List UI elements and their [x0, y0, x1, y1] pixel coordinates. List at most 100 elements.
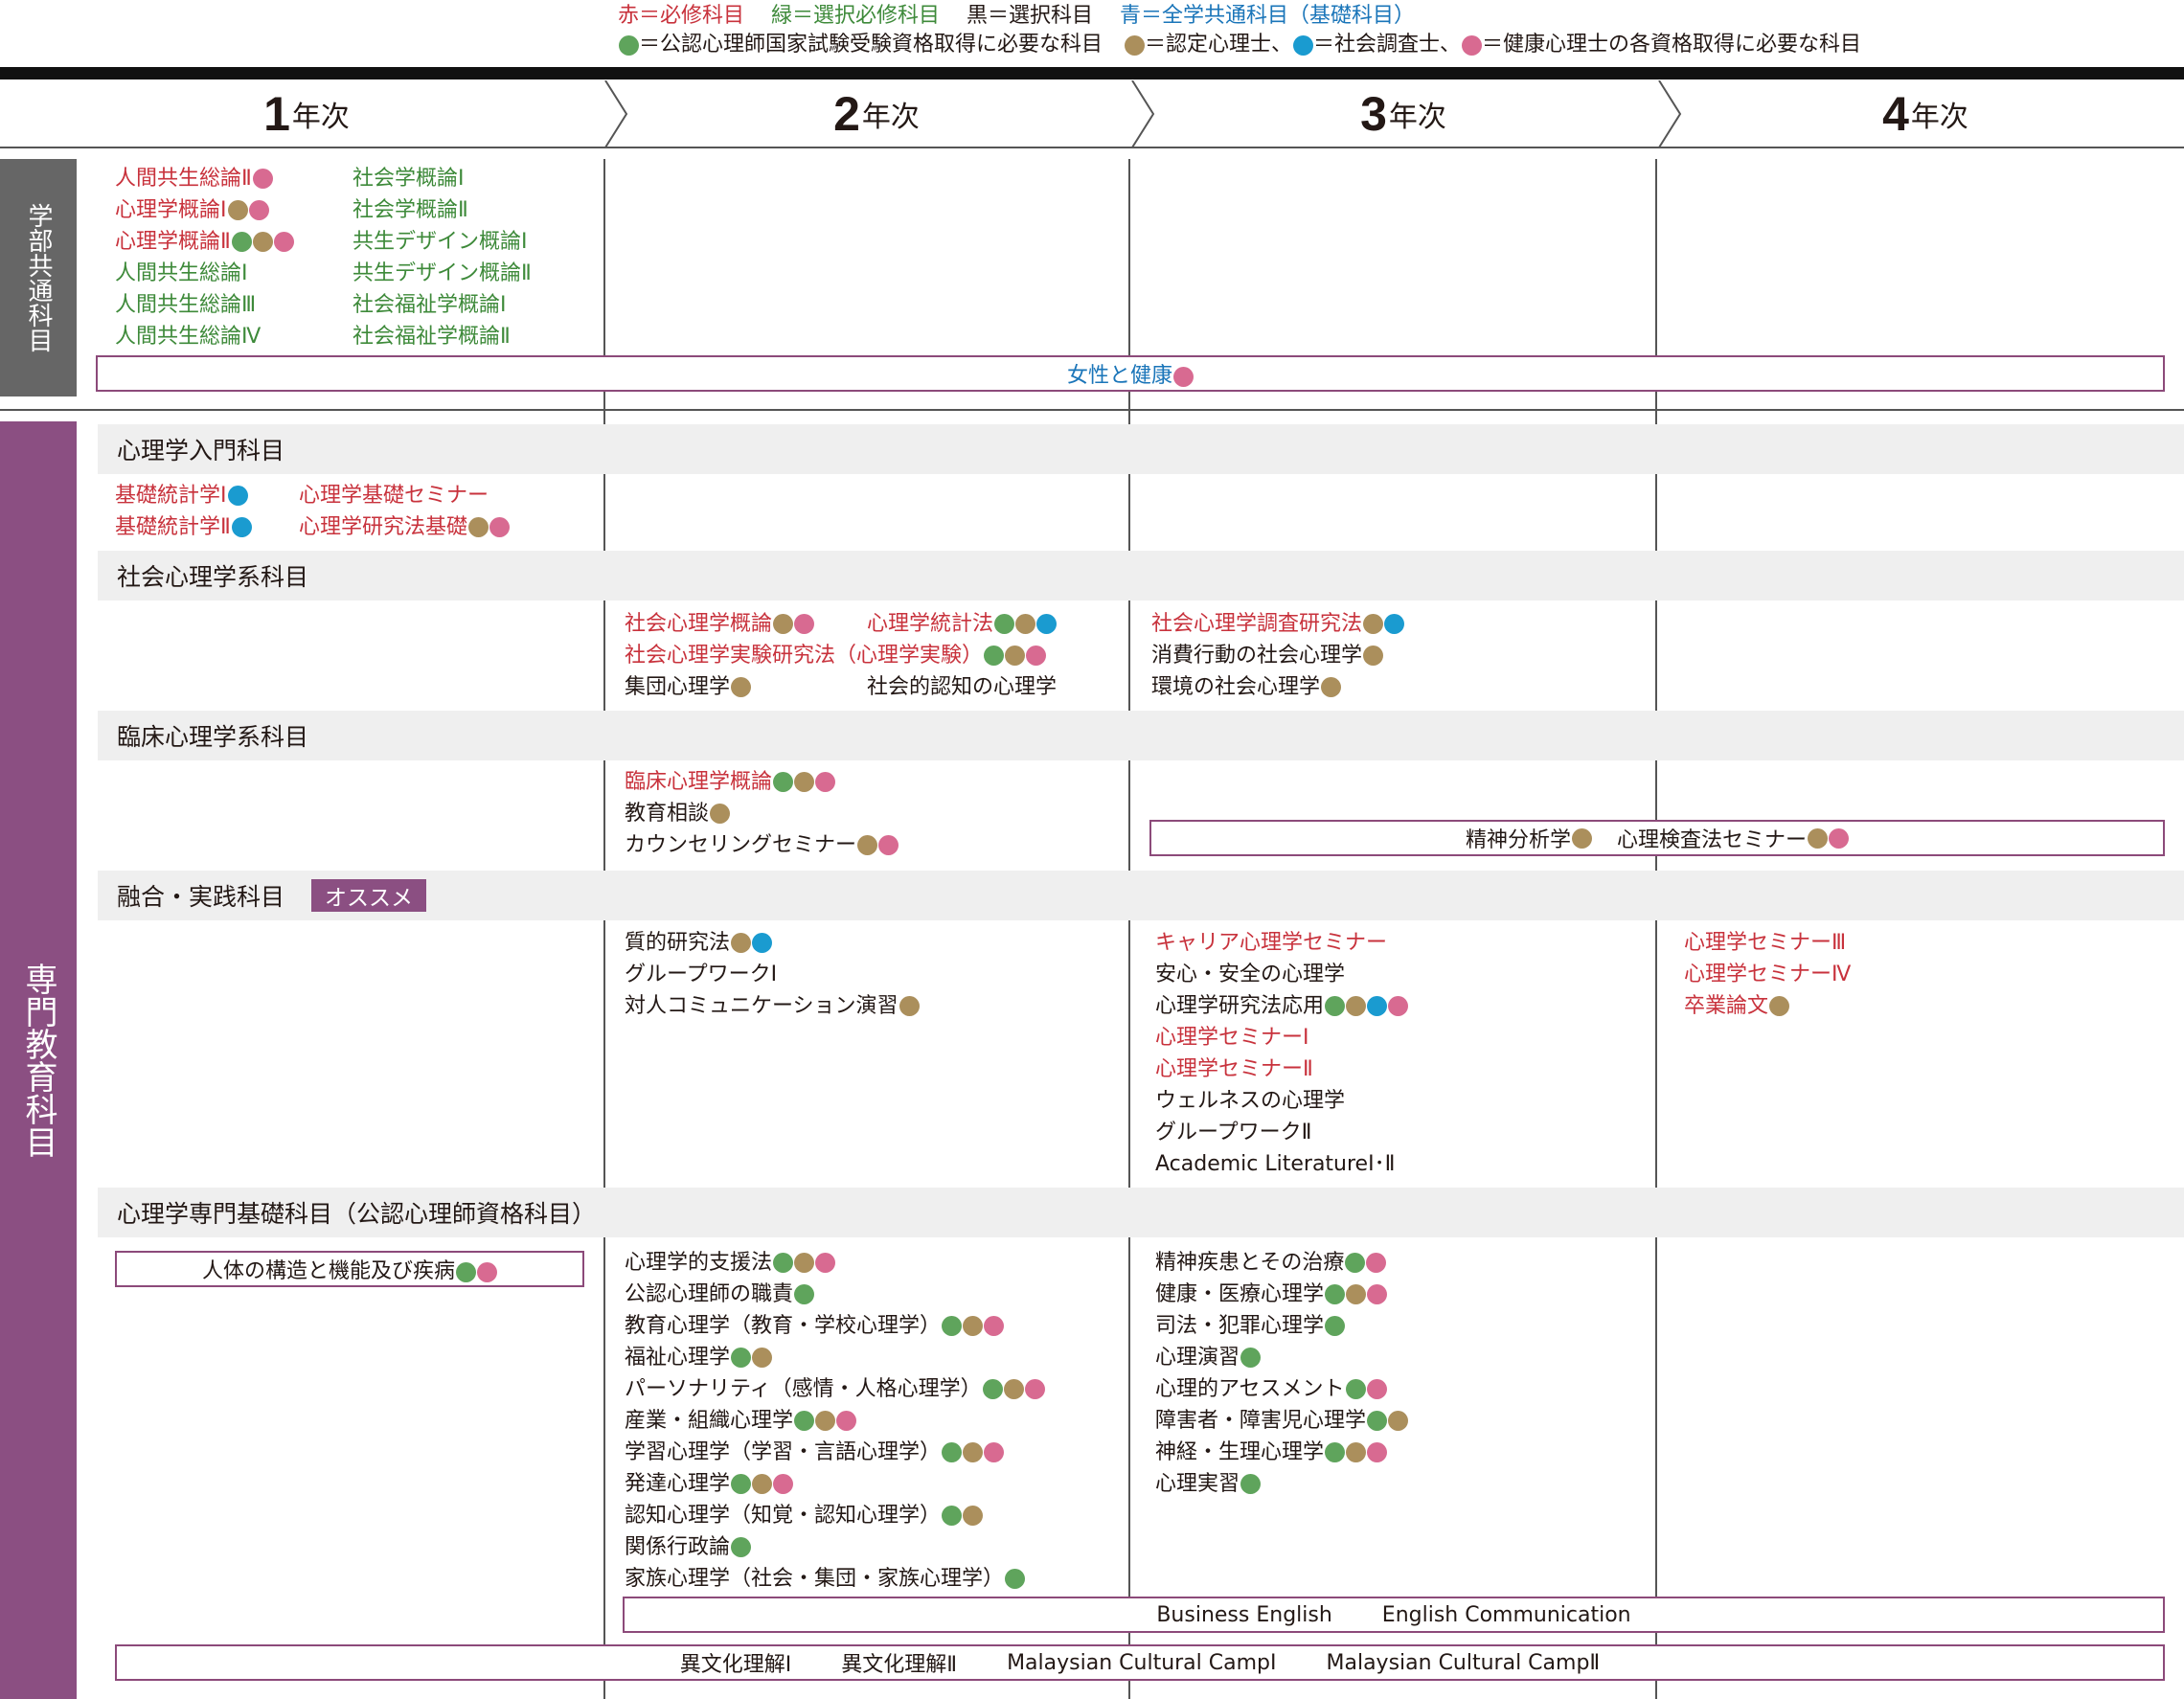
brown-dot-icon — [710, 804, 731, 824]
pink-dot-icon — [815, 1253, 836, 1273]
course-item: グループワークⅡ — [1155, 1117, 1408, 1148]
pink-dot-icon — [1829, 827, 1850, 849]
green-dot-icon — [773, 1253, 794, 1273]
course-name: 安心・安全の心理学 — [1155, 963, 1346, 986]
pink-dot-icon — [1366, 1379, 1387, 1399]
brown-dot-icon — [773, 614, 794, 634]
course-item: 臨床心理学概論 — [625, 766, 899, 798]
course-name: 心理学セミナーⅣ — [1684, 963, 1852, 986]
course-item: 神経・生理心理学 — [1155, 1437, 1408, 1468]
course-item: 対人コミュニケーション演習 — [625, 990, 920, 1022]
course-name: グループワークⅠ — [625, 963, 778, 986]
course-name: 社会学概論Ⅰ — [353, 167, 465, 191]
course-item: 学習心理学（学習・言語心理学） — [625, 1437, 1045, 1468]
brown-dot-icon — [963, 1442, 984, 1462]
course-item: 心理学的支援法 — [625, 1247, 1045, 1279]
fusion-y2: 質的研究法グループワークⅠ 対人コミュニケーション演習 — [625, 927, 920, 1022]
legend-dot-brown-text: ＝認定心理士、 — [1145, 33, 1293, 57]
green-dot-icon — [942, 1316, 963, 1336]
year-header-2: 2 年次 — [613, 80, 1140, 147]
course-name: 基礎統計学Ⅱ — [115, 515, 231, 539]
course-name: 発達心理学 — [625, 1472, 731, 1496]
course-name: 卒業論文 — [1684, 994, 1769, 1018]
sidebar-major-label: 専門教育科目 — [19, 963, 57, 1158]
course-name: 産業・組織心理学 — [625, 1409, 794, 1433]
year-header-1: 1 年次 — [0, 80, 613, 147]
course-name: 女性と健康 — [1066, 364, 1172, 388]
pink-dot-icon — [477, 1261, 497, 1282]
course-item: 質的研究法 — [625, 927, 920, 959]
course-item: 女性と健康 — [1067, 358, 1194, 389]
brown-dot-icon — [815, 1411, 836, 1431]
social-y2-b1: 心理学統計法 — [867, 608, 1058, 640]
course-item: 発達心理学 — [625, 1468, 1045, 1500]
course-item: 教育相談 — [625, 798, 899, 829]
course-item: 人間共生総論Ⅳ — [115, 321, 294, 352]
course-name: カウンセリングセミナー — [625, 833, 857, 857]
brown-dot-icon — [227, 200, 248, 220]
course-name: 人体の構造と機能及び疾病 — [201, 1259, 455, 1283]
intro-y1-col-b: 心理学基礎セミナー 心理学研究法基礎 — [299, 480, 511, 543]
course-name: 神経・生理心理学 — [1155, 1440, 1325, 1464]
pink-dot-icon — [489, 517, 511, 537]
green-dot-icon — [456, 1261, 476, 1282]
pink-dot-icon — [1367, 1442, 1388, 1462]
green-dot-icon — [1005, 1569, 1026, 1589]
pink-dot-icon — [878, 835, 899, 855]
course-item: 教育心理学（教育・学校心理学） — [625, 1310, 1045, 1342]
course-item: 社会心理学実験研究法（心理学実験） — [625, 640, 1047, 671]
course-name: 集団心理学 — [625, 675, 731, 699]
cyan-dot-icon — [1384, 614, 1405, 634]
course-name: Academic LiteratureⅠ･Ⅱ — [1155, 1152, 1396, 1176]
intro-y1-col-a: 基礎統計学Ⅰ 基礎統計学Ⅱ — [115, 480, 252, 543]
course-item: 社会学概論Ⅱ — [353, 194, 532, 226]
legend-line-2: ＝公認心理師国家試験受験資格取得に必要な科目 ＝認定心理士、 ＝社会調査士、 ＝健康心… — [618, 29, 1861, 61]
course-name: 質的研究法 — [625, 931, 731, 955]
course-name: 教育心理学（教育・学校心理学） — [625, 1314, 942, 1338]
pink-dot-icon — [836, 1411, 857, 1431]
course-item: 心理学セミナーⅠ — [1155, 1022, 1408, 1053]
green-dot-icon — [942, 1442, 963, 1462]
sidebar-common: 学部共通科目 — [0, 159, 77, 396]
green-dot-icon — [1240, 1348, 1262, 1368]
course-name: 心理実習 — [1155, 1472, 1240, 1496]
course-name: 社会福祉学概論Ⅱ — [353, 325, 511, 349]
social-y2-b3: 社会的認知の心理学 — [867, 671, 1057, 703]
course-item: 健康・医療心理学 — [1155, 1279, 1408, 1310]
course-item: 社会福祉学概論Ⅰ — [353, 289, 532, 321]
course-item: パーソナリティ（感情・人格心理学） — [625, 1373, 1045, 1405]
sidebar-common-label: 学部共通科目 — [24, 203, 53, 352]
pink-dot-icon — [273, 232, 294, 252]
cyan-dot-icon — [1036, 614, 1058, 634]
pink-dot-icon — [794, 614, 815, 634]
course-item: 社会的認知の心理学 — [867, 671, 1057, 703]
green-dot-icon — [794, 1411, 815, 1431]
clinical-y2: 臨床心理学概論 教育相談カウンセリングセミナー — [625, 766, 899, 861]
divider — [0, 147, 2184, 148]
course-name: 消費行動の社会心理学 — [1151, 644, 1363, 668]
cyan-dot-icon — [1293, 34, 1314, 56]
course-item: Academic LiteratureⅠ･Ⅱ — [1155, 1148, 1408, 1180]
pink-dot-icon — [1366, 1253, 1387, 1273]
course-name: 心理学概論Ⅰ — [115, 198, 227, 222]
brown-dot-icon — [963, 1506, 984, 1526]
course-item: 共生デザイン概論Ⅰ — [353, 226, 532, 258]
course-item: 心理学研究法応用 — [1155, 990, 1409, 1022]
course-name: 異文化理解Ⅰ — [679, 1653, 792, 1677]
brown-dot-icon — [963, 1316, 984, 1336]
legend-elective: 黒＝選択科目 — [967, 4, 1094, 28]
brown-dot-icon — [468, 517, 489, 537]
course-item: 家族心理学（社会・集団・家族心理学） — [625, 1563, 1045, 1595]
pink-dot-icon — [1388, 996, 1409, 1016]
brown-dot-icon — [731, 933, 752, 953]
course-item: 心理実習 — [1155, 1468, 1408, 1500]
course-name: 健康・医療心理学 — [1155, 1282, 1325, 1306]
course-name: 心理学研究法基礎 — [299, 515, 468, 539]
course-item: ウェルネスの心理学 — [1155, 1085, 1408, 1117]
brown-dot-icon — [1346, 996, 1367, 1016]
course-item: 基礎統計学Ⅱ — [115, 511, 252, 543]
course-item: 心理学概論Ⅱ — [115, 226, 294, 258]
brown-dot-icon — [1769, 996, 1790, 1016]
course-item: 卒業論文 — [1684, 990, 1851, 1022]
course-item: 精神疾患とその治療 — [1155, 1247, 1408, 1279]
